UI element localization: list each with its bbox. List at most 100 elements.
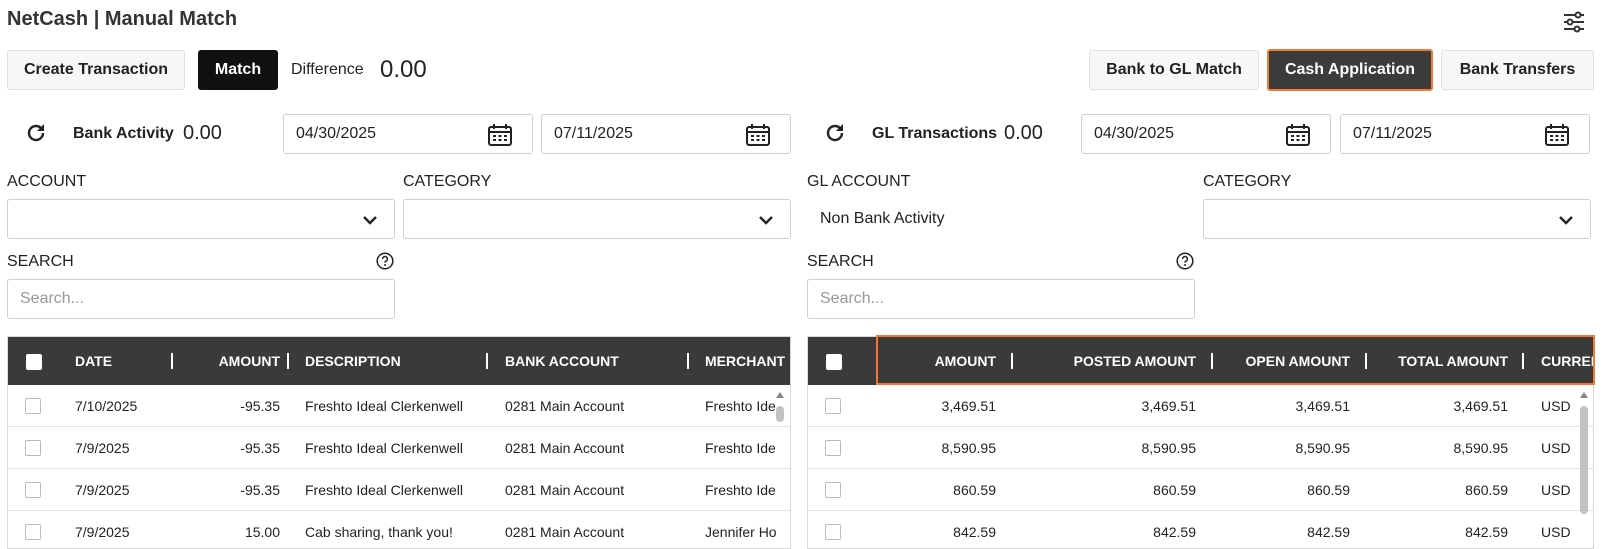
column-posted-amount[interactable]: POSTED AMOUNT — [1028, 337, 1196, 385]
column-date[interactable]: DATE — [75, 337, 112, 385]
bank-activity-grid: DATE AMOUNT DESCRIPTION BANK ACCOUNT MER… — [7, 336, 791, 549]
bank-to-gl-match-button[interactable]: Bank to GL Match — [1089, 50, 1259, 90]
column-open-amount[interactable]: OPEN AMOUNT — [1228, 337, 1350, 385]
cell-total-amount: 8,590.95 — [1453, 440, 1509, 456]
cell-open-amount: 3,469.51 — [1295, 398, 1351, 414]
scroll-up-icon[interactable] — [1580, 392, 1588, 398]
gl-transactions-label: GL Transactions — [872, 125, 998, 142]
cell-date: 7/10/2025 — [75, 398, 138, 414]
row-checkbox[interactable] — [25, 482, 41, 498]
table-row[interactable]: 860.59 860.59 860.59 860.59 USD — [808, 469, 1593, 511]
cell-amount: 860.59 — [953, 482, 996, 498]
cell-total-amount: 3,469.51 — [1453, 398, 1509, 414]
table-row[interactable]: 7/9/2025 -95.35 Freshto Ideal Clerkenwel… — [8, 427, 790, 469]
column-resizer[interactable] — [1211, 353, 1213, 369]
row-checkbox[interactable] — [825, 398, 841, 414]
cell-total-amount: 860.59 — [1465, 482, 1508, 498]
cash-application-button[interactable]: Cash Application — [1267, 49, 1433, 91]
cell-amount: 8,590.95 — [941, 440, 997, 456]
help-icon[interactable] — [1176, 252, 1194, 270]
gl-date-to-value: 07/11/2025 — [1353, 125, 1432, 142]
calendar-icon[interactable] — [488, 124, 512, 146]
difference-label: Difference — [291, 61, 364, 78]
grid-header: AMOUNT POSTED AMOUNT OPEN AMOUNT TOTAL A… — [808, 337, 1593, 385]
gl-search-input[interactable] — [807, 279, 1195, 319]
cell-bank-account: 0281 Main Account — [505, 440, 625, 456]
bank-date-from[interactable]: 04/30/2025 — [283, 114, 533, 154]
column-resizer[interactable] — [287, 353, 289, 369]
cell-date: 7/9/2025 — [75, 440, 130, 456]
table-row[interactable]: 7/10/2025 -95.35 Freshto Ideal Clerkenwe… — [8, 385, 790, 427]
row-checkbox[interactable] — [825, 524, 841, 540]
cell-merchant: Jennifer Ho — [705, 524, 777, 540]
column-bank-account[interactable]: BANK ACCOUNT — [505, 337, 619, 385]
cell-currency: USD — [1541, 440, 1571, 456]
cell-posted-amount: 860.59 — [1153, 482, 1196, 498]
chevron-down-icon — [759, 216, 773, 225]
refresh-icon[interactable] — [24, 121, 48, 145]
help-icon[interactable] — [376, 252, 394, 270]
sliders-icon[interactable] — [1562, 10, 1586, 34]
cell-amount: -95.35 — [240, 482, 280, 498]
gl-date-from[interactable]: 04/30/2025 — [1081, 114, 1331, 154]
table-row[interactable]: 7/9/2025 15.00 Cab sharing, thank you! 0… — [8, 511, 790, 548]
calendar-icon[interactable] — [746, 124, 770, 146]
row-checkbox[interactable] — [825, 440, 841, 456]
cell-currency: USD — [1541, 482, 1571, 498]
column-resizer[interactable] — [1522, 353, 1524, 369]
cell-currency: USD — [1541, 398, 1571, 414]
refresh-icon[interactable] — [823, 121, 847, 145]
cell-open-amount: 8,590.95 — [1295, 440, 1351, 456]
select-all-checkbox[interactable] — [26, 354, 42, 370]
cell-amount: 3,469.51 — [941, 398, 997, 414]
column-amount[interactable]: AMOUNT — [886, 337, 996, 385]
column-merchant[interactable]: MERCHANT — [705, 337, 785, 385]
cell-date: 7/9/2025 — [75, 482, 130, 498]
scroll-up-icon[interactable] — [776, 392, 784, 398]
search-label: SEARCH — [7, 253, 74, 270]
account-select[interactable] — [7, 199, 395, 239]
scrollbar-thumb[interactable] — [776, 406, 784, 422]
grid-header: DATE AMOUNT DESCRIPTION BANK ACCOUNT MER… — [8, 337, 790, 385]
create-transaction-button[interactable]: Create Transaction — [7, 50, 185, 90]
column-resizer[interactable] — [1365, 353, 1367, 369]
gl-category-select[interactable] — [1203, 199, 1591, 239]
column-total-amount[interactable]: TOTAL AMOUNT — [1383, 337, 1508, 385]
bank-date-to[interactable]: 07/11/2025 — [541, 114, 791, 154]
scrollbar-thumb[interactable] — [1580, 406, 1588, 514]
row-checkbox[interactable] — [25, 440, 41, 456]
table-row[interactable]: 8,590.95 8,590.95 8,590.95 8,590.95 USD — [808, 427, 1593, 469]
column-resizer[interactable] — [486, 353, 488, 369]
cell-open-amount: 842.59 — [1307, 524, 1350, 540]
calendar-icon[interactable] — [1286, 124, 1310, 146]
row-checkbox[interactable] — [25, 524, 41, 540]
column-description[interactable]: DESCRIPTION — [305, 337, 401, 385]
gl-date-to[interactable]: 07/11/2025 — [1340, 114, 1590, 154]
table-row[interactable]: 3,469.51 3,469.51 3,469.51 3,469.51 USD — [808, 385, 1593, 427]
gl-date-from-value: 04/30/2025 — [1094, 125, 1175, 142]
row-checkbox[interactable] — [825, 482, 841, 498]
cell-description: Freshto Ideal Clerkenwell — [305, 482, 463, 498]
calendar-icon[interactable] — [1545, 124, 1569, 146]
column-resizer[interactable] — [687, 353, 689, 369]
bank-search-input[interactable] — [7, 279, 395, 319]
cell-amount: 842.59 — [953, 524, 996, 540]
bank-transfers-button[interactable]: Bank Transfers — [1441, 50, 1594, 90]
cell-currency: USD — [1541, 524, 1571, 540]
gl-search-label: SEARCH — [807, 253, 874, 270]
column-resizer[interactable] — [171, 353, 173, 369]
cell-bank-account: 0281 Main Account — [505, 398, 625, 414]
select-all-checkbox[interactable] — [826, 354, 842, 370]
table-row[interactable]: 7/9/2025 -95.35 Freshto Ideal Clerkenwel… — [8, 469, 790, 511]
column-currency[interactable]: CURRENCY — [1541, 337, 1593, 385]
category-select[interactable] — [403, 199, 791, 239]
cell-amount: 15.00 — [244, 524, 280, 540]
vertical-scrollbar[interactable] — [1578, 392, 1590, 542]
column-amount[interactable]: AMOUNT — [183, 337, 280, 385]
table-row[interactable]: 842.59 842.59 842.59 842.59 USD — [808, 511, 1593, 548]
cell-posted-amount: 8,590.95 — [1141, 440, 1197, 456]
match-button[interactable]: Match — [198, 50, 278, 90]
vertical-scrollbar[interactable] — [774, 392, 786, 542]
row-checkbox[interactable] — [25, 398, 41, 414]
column-resizer[interactable] — [1011, 353, 1013, 369]
